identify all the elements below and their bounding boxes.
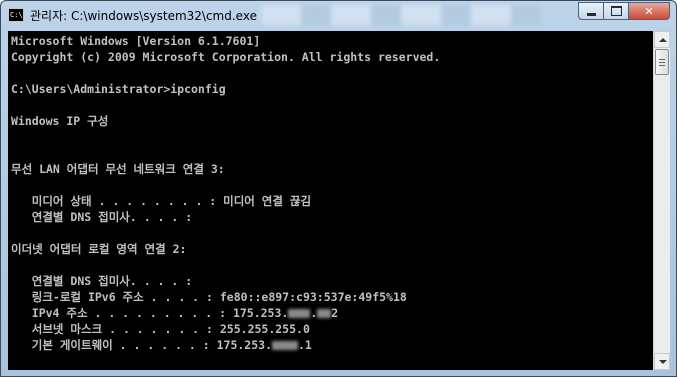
window-title: 관리자: C:\windows\system32\cmd.exe (30, 9, 257, 23)
grip-line (659, 59, 665, 60)
close-icon: ✕ (644, 4, 654, 18)
minimize-icon (586, 12, 596, 16)
console-line: Copyright (c) 2009 Microsoft Corporation… (11, 50, 441, 64)
console-text: IPv4 주소 . . . . . . . . . : 175.253. (11, 306, 289, 320)
console-line: 무선 LAN 어댑터 무선 네트워크 연결 3: (11, 162, 225, 176)
console-line: 링크-로컬 IPv6 주소 . . . . : fe80::e897:c93:5… (11, 290, 407, 304)
minimize-button[interactable] (578, 2, 603, 20)
console-text: .1 (298, 338, 312, 352)
console-line: 서브넷 마스크 . . . . . . . : 255.255.255.0 (11, 322, 310, 336)
grip-line (659, 65, 665, 66)
grip-line (659, 62, 665, 63)
blurred-background (261, 5, 541, 25)
console-text: . (310, 306, 318, 320)
cmd-window: C:\ 관리자: C:\windows\system32\cmd.exe ✕ M… (0, 0, 677, 377)
console-line: 연결별 DNS 접미사. . . . : (11, 274, 193, 288)
console-line: 미디어 상태 . . . . . . . . : 미디어 연결 끊김 (11, 194, 312, 208)
maximize-icon (610, 6, 622, 16)
scrollbar-thumb[interactable] (655, 49, 669, 75)
console-line: Microsoft Windows [Version 6.1.7601] (11, 34, 261, 48)
console-text: 2 (331, 306, 339, 320)
console-line: C:\Users\Administrator>ipconfig (11, 82, 226, 96)
console-line: Windows IP 구성 (11, 114, 109, 128)
maximize-button[interactable] (603, 2, 628, 20)
gateway-line: 기본 게이트웨이 . . . . . . : 175.253. .1 (11, 337, 312, 353)
title-bar[interactable]: C:\ 관리자: C:\windows\system32\cmd.exe ✕ (1, 1, 676, 31)
console-text: 기본 게이트웨이 . . . . . . : 175.253. (11, 338, 272, 352)
console-line: 연결별 DNS 접미사. . . . : (11, 210, 193, 224)
console-output[interactable]: Microsoft Windows [Version 6.1.7601] Cop… (8, 31, 653, 370)
arrow-down-icon (659, 360, 667, 364)
redacted-block (317, 309, 332, 318)
close-button[interactable]: ✕ (628, 2, 670, 20)
console-line: 이더넷 어댑터 로컬 영역 연결 2: (11, 242, 187, 256)
vertical-scrollbar[interactable] (653, 31, 670, 370)
ipv4-line: IPv4 주소 . . . . . . . . . : 175.253.. 2 (11, 305, 338, 321)
redacted-block (272, 341, 298, 350)
redacted-block (288, 309, 311, 318)
arrow-up-icon (659, 38, 667, 42)
cmd-app-icon[interactable]: C:\ (8, 8, 24, 22)
window-controls: ✕ (578, 2, 670, 21)
scroll-down-button[interactable] (654, 353, 670, 370)
scroll-up-button[interactable] (654, 31, 670, 48)
